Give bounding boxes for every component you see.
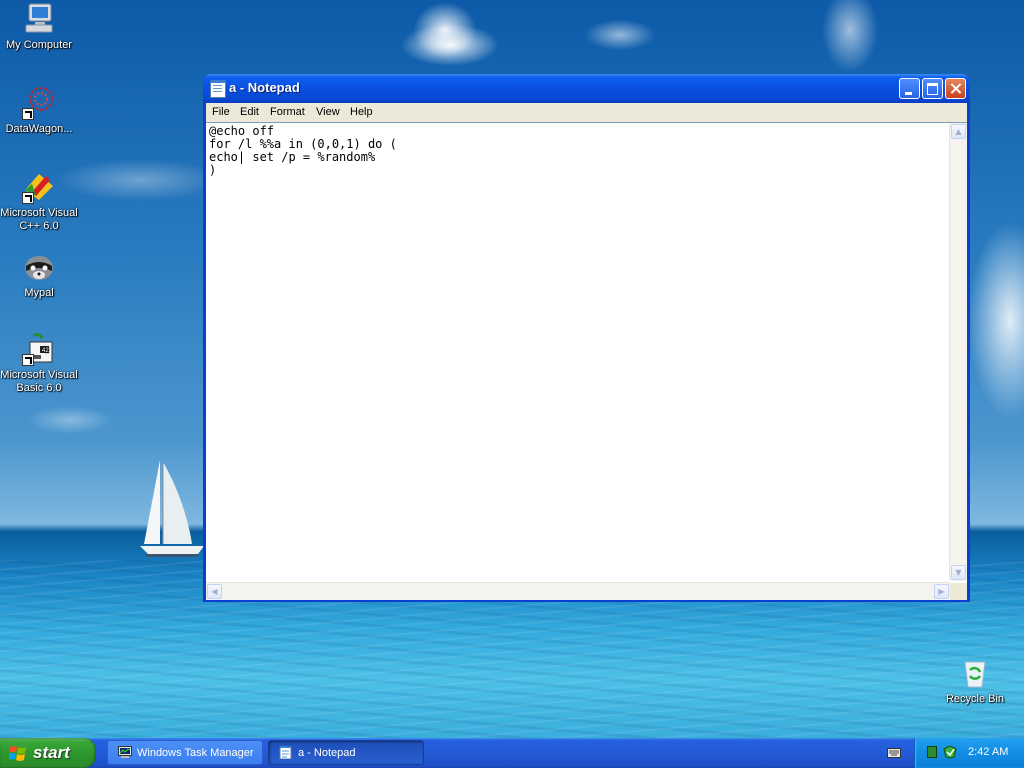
desktop-icon-label: Microsoft Visual C++ 6.0 <box>0 207 78 232</box>
taskbar-button-task-manager[interactable]: Windows Task Manager <box>107 740 263 765</box>
clock[interactable]: 2:42 AM <box>968 746 1008 758</box>
taskbar-button-notepad[interactable]: a - Notepad <box>268 740 424 765</box>
visual-cpp-icon <box>22 170 56 204</box>
minimize-button[interactable] <box>899 78 920 99</box>
desktop: My Computer DataWagon... Microsoft Visua… <box>0 0 1024 738</box>
shortcut-arrow-icon <box>22 108 34 120</box>
window-title: a - Notepad <box>229 80 300 95</box>
desktop-icon-recycle-bin[interactable]: Recycle Bin <box>936 656 1014 706</box>
desktop-icon-label: Microsoft Visual Basic 6.0 <box>0 369 78 394</box>
keyboard-icon[interactable] <box>887 748 901 758</box>
menu-format[interactable]: Format <box>270 106 305 118</box>
task-manager-icon <box>118 746 132 758</box>
system-tray: 2:42 AM <box>914 738 1024 768</box>
scroll-left-arrow-icon[interactable]: ◀ <box>207 584 222 599</box>
editor-area: @echo off for /l %%a in (0,0,1) do ( ech… <box>206 122 967 600</box>
windows-logo-icon <box>9 746 26 761</box>
security-shield-icon[interactable] <box>942 745 958 759</box>
svg-text:42: 42 <box>42 348 49 354</box>
shortcut-arrow-icon <box>22 192 34 204</box>
notepad-window: a - Notepad File Edit Format View Help @… <box>203 74 970 602</box>
taskbar: start Windows Task Manager a - Notepad 2… <box>0 738 1024 768</box>
visual-basic-icon: 42 <box>22 332 56 366</box>
scrollbar-corner <box>950 583 967 600</box>
menu-help[interactable]: Help <box>350 106 373 118</box>
scroll-up-arrow-icon[interactable]: ▲ <box>951 124 966 139</box>
start-label: start <box>33 743 70 762</box>
desktop-icon-label: DataWagon... <box>5 123 73 135</box>
maximize-button[interactable] <box>922 78 943 99</box>
scroll-right-arrow-icon[interactable]: ▶ <box>934 584 949 599</box>
desktop-icon-mypal[interactable]: Mypal <box>0 250 78 300</box>
notepad-titlebar[interactable]: a - Notepad <box>203 74 970 103</box>
desktop-icon-visual-basic[interactable]: 42 Microsoft Visual Basic 6.0 <box>0 332 78 395</box>
desktop-icon-label: Recycle Bin <box>945 693 1005 705</box>
desktop-icon-label: Mypal <box>24 287 54 299</box>
desktop-icon-my-computer[interactable]: My Computer <box>0 2 78 52</box>
shortcut-arrow-icon <box>22 354 34 366</box>
scroll-down-arrow-icon[interactable]: ▼ <box>951 565 966 580</box>
text-editor[interactable]: @echo off for /l %%a in (0,0,1) do ( ech… <box>209 125 947 580</box>
desktop-icon-label: My Computer <box>5 39 73 51</box>
menu-view[interactable]: View <box>316 106 340 118</box>
network-icon[interactable] <box>927 746 937 758</box>
sailboat-image <box>140 460 204 557</box>
taskbar-button-label: Windows Task Manager <box>137 747 254 759</box>
notepad-icon <box>210 80 226 98</box>
horizontal-scrollbar[interactable]: ◀ ▶ <box>206 582 950 600</box>
recycle-bin-icon <box>958 656 992 690</box>
menu-edit[interactable]: Edit <box>240 106 259 118</box>
notepad-icon <box>279 746 292 759</box>
close-button[interactable] <box>945 78 966 99</box>
desktop-icon-datawagon[interactable]: DataWagon... <box>0 86 78 136</box>
my-computer-icon <box>22 2 56 36</box>
mypal-raccoon-icon <box>22 250 56 284</box>
menu-file[interactable]: File <box>212 106 230 118</box>
start-button[interactable]: start <box>0 738 96 768</box>
datawagon-icon <box>22 86 56 120</box>
desktop-icon-visual-cpp[interactable]: Microsoft Visual C++ 6.0 <box>0 170 78 233</box>
taskbar-button-label: a - Notepad <box>298 747 356 759</box>
menubar: File Edit Format View Help <box>206 103 967 122</box>
vertical-scrollbar[interactable]: ▲ ▼ <box>949 123 967 581</box>
